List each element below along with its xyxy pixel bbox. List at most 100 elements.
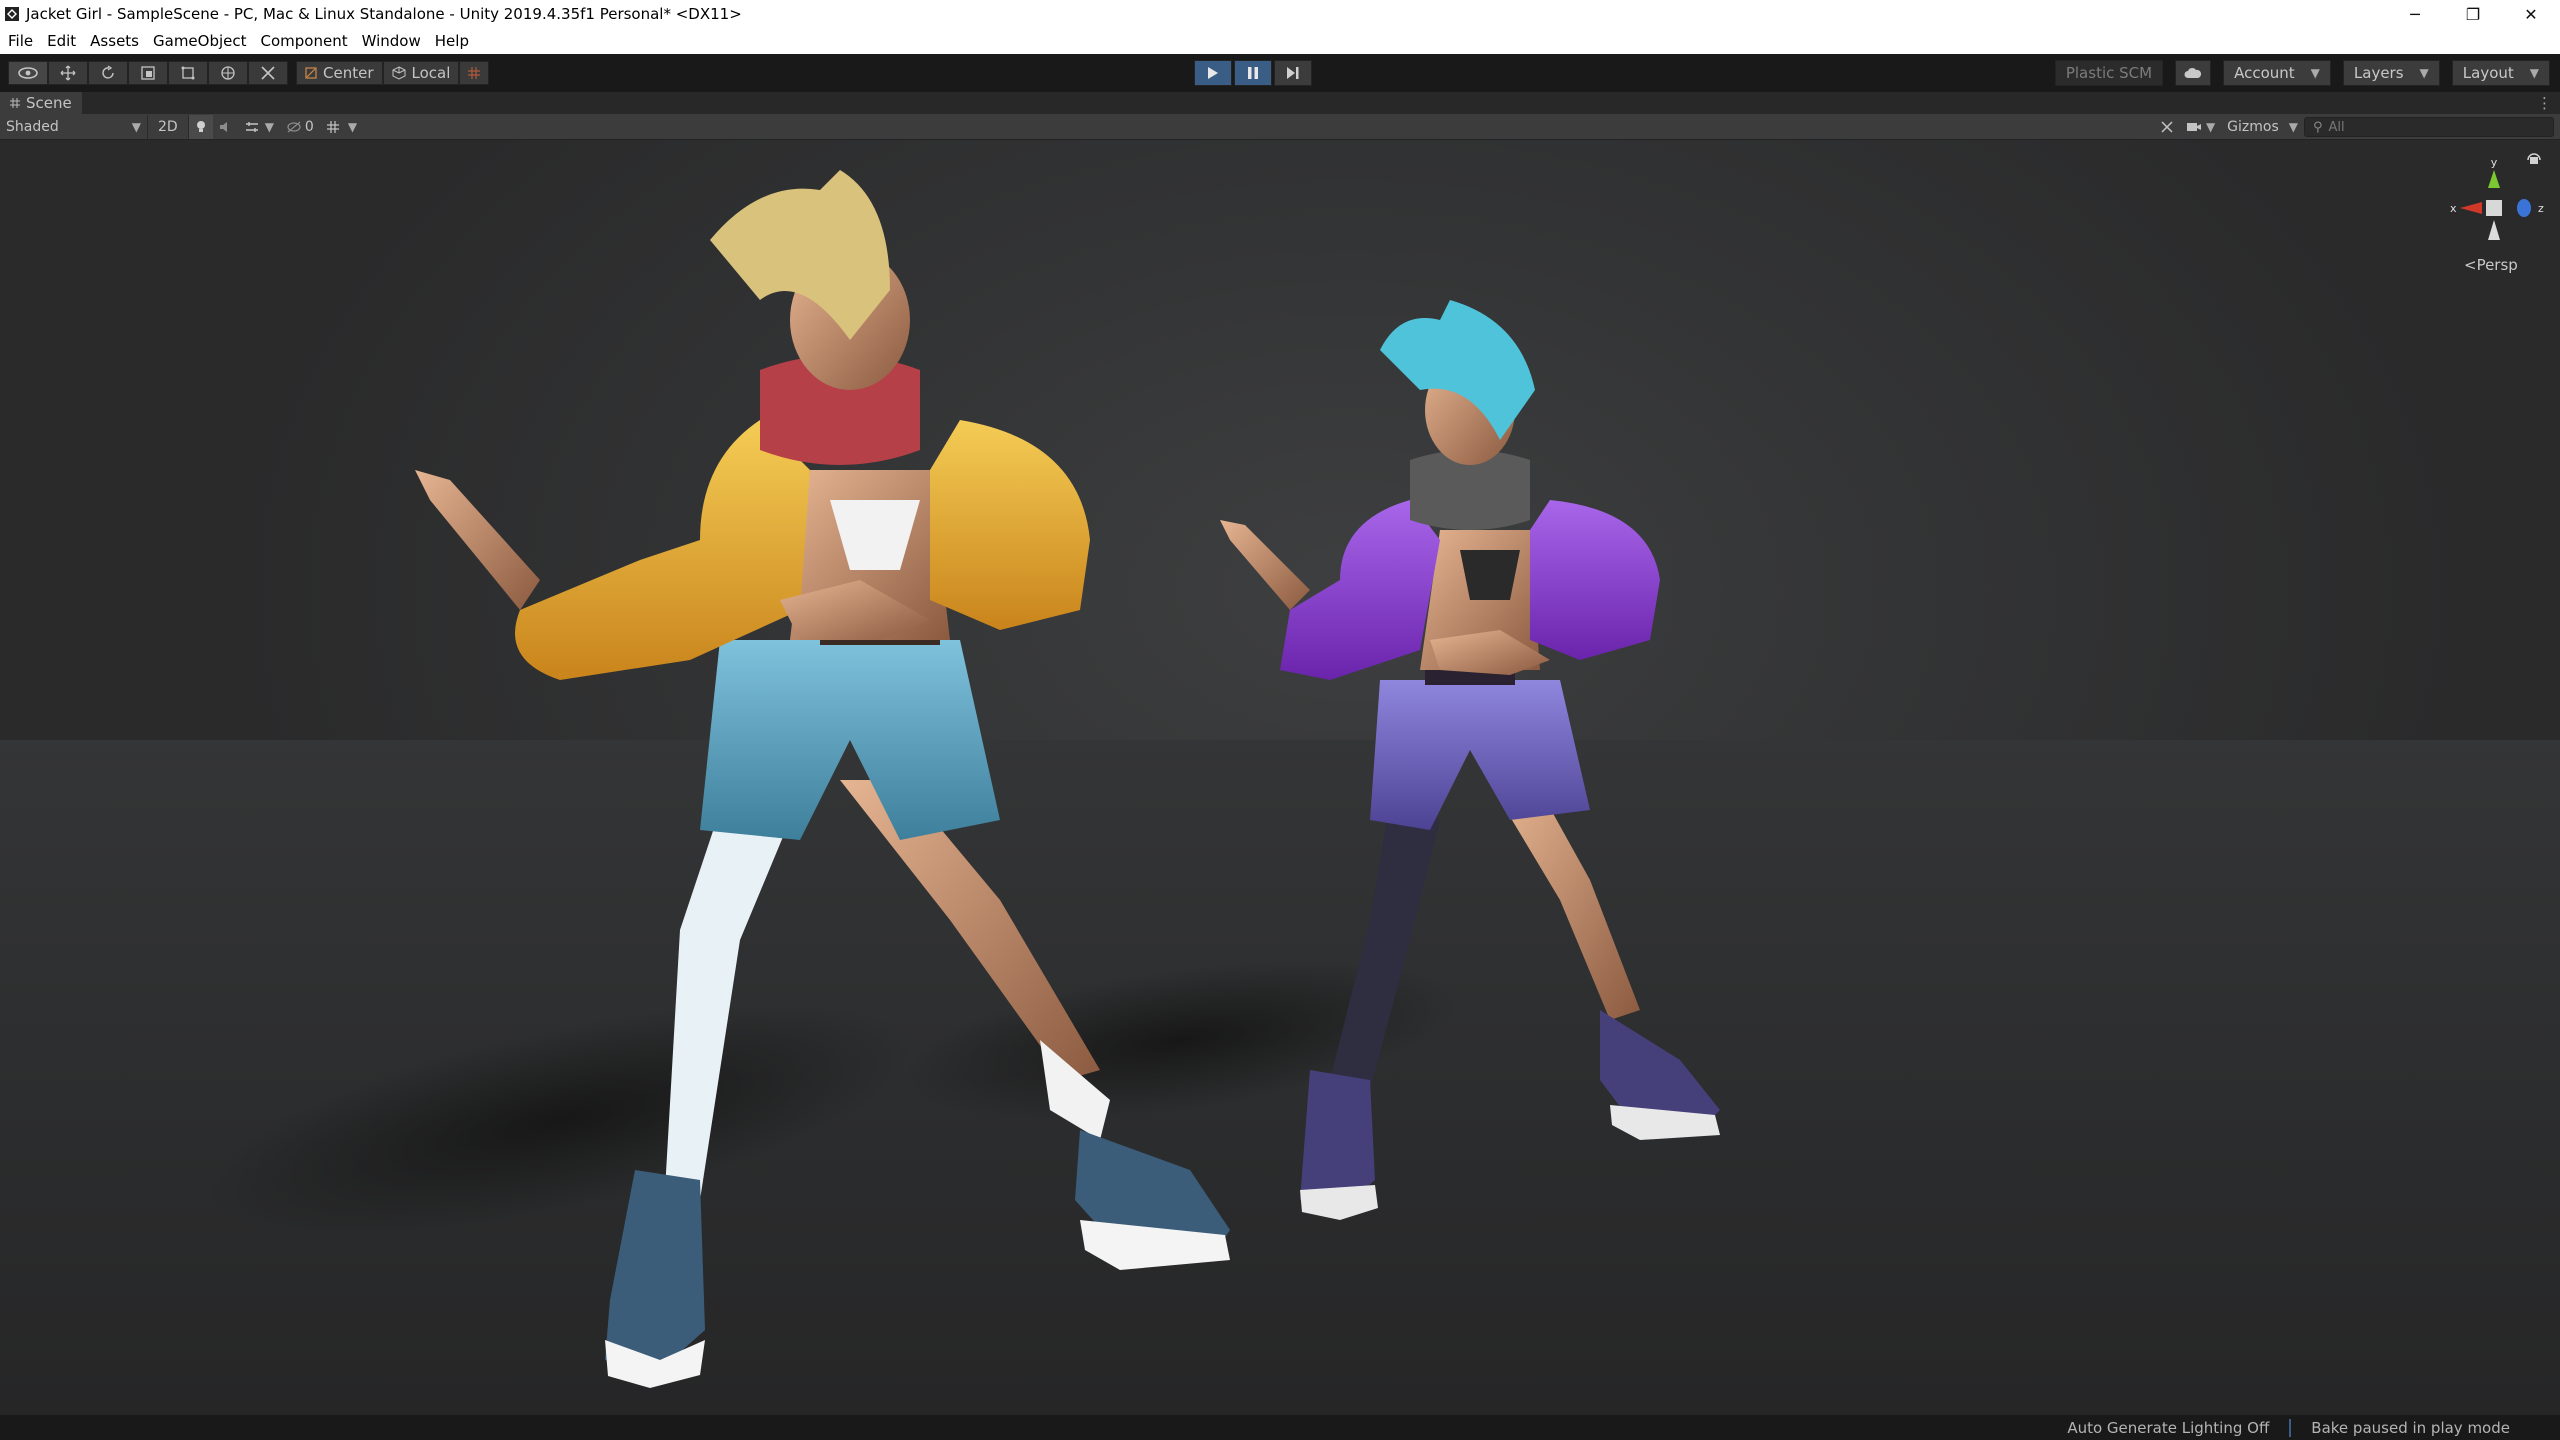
search-icon: ⚲ [2313,119,2323,135]
cloud-icon [2184,67,2202,78]
chevron-down-icon: ▼ [347,119,358,134]
axis-x-label: x [2450,202,2457,215]
status-bar: Auto Generate Lighting Off Bake paused i… [0,1415,2560,1440]
menu-edit[interactable]: Edit [47,32,76,50]
rotate-icon [102,65,114,79]
shading-mode-label: Shaded [6,118,59,135]
menu-file[interactable]: File [8,32,33,50]
lighting-toggle[interactable] [188,114,213,139]
center-pivot-icon [305,67,317,79]
hidden-count: 0 [304,118,314,135]
play-icon [1208,67,1218,79]
menu-window[interactable]: Window [362,32,421,50]
2d-toggle[interactable]: 2D [148,114,189,139]
chevron-down-icon: ▼ [2419,66,2429,80]
effects-dropdown[interactable]: ▼ [239,115,280,139]
z-axis-cone[interactable] [2517,199,2531,217]
title-bar: Jacket Girl - SampleScene - PC, Mac & Li… [0,0,2560,28]
view-tool-button[interactable] [8,61,48,85]
chevron-down-icon: ▼ [264,119,274,134]
y-axis-cone[interactable] [2488,170,2500,188]
scale-tool-button[interactable] [128,61,168,85]
rotate-tool-button[interactable] [88,61,128,85]
kebab-menu-icon[interactable]: ⋮ [2537,94,2552,112]
tab-scene-label: Scene [26,94,72,112]
pause-button[interactable] [1234,60,1272,86]
toolbar-right: Plastic SCM Account ▼ Layers ▼ Layout ▼ [2054,60,2550,86]
eye-slash-icon [287,121,301,132]
play-controls [1194,60,1312,86]
restore-button[interactable]: ❐ [2444,0,2502,28]
camera-icon [2186,123,2201,131]
audio-toggle[interactable] [213,115,239,139]
eye-icon [18,67,38,79]
layout-label: Layout [2462,64,2514,82]
step-button[interactable] [1274,60,1312,86]
pivot-mode-button[interactable]: Center [296,61,383,85]
lock-icon[interactable] [2530,157,2538,164]
scene-tab-bar: Scene ⋮ [0,92,2560,114]
account-dropdown[interactable]: Account ▼ [2223,60,2331,86]
transform-tool-button[interactable] [208,61,248,85]
gizmos-label: Gizmos [2227,119,2279,135]
camera-dropdown[interactable]: ▼ [2180,115,2221,139]
scene-toolbar: Shaded ▼ 2D ▼ 0 ▼ ▼ Gizmos ▼ ⚲ All [0,114,2560,140]
pivot-rotation-button[interactable]: Local [382,61,460,85]
2d-label: 2D [158,118,178,135]
play-button[interactable] [1194,60,1232,86]
axis-y-label: y [2491,156,2498,169]
scale-icon [141,66,155,80]
pivot-mode-label: Center [323,64,374,82]
transform-icon [221,66,235,80]
pivot-rotation-label: Local [411,64,451,82]
chevron-down-icon: ▼ [2288,120,2298,134]
scene-search-input[interactable]: ⚲ All [2304,117,2554,137]
tab-scene[interactable]: Scene [0,92,82,114]
menu-assets[interactable]: Assets [90,32,139,50]
close-button[interactable]: ✕ [2502,0,2560,28]
projection-label[interactable]: <Persp [2464,256,2518,274]
grid-snap-icon [468,67,481,79]
unity-editor: Jacket Girl - SampleScene - PC, Mac & Li… [0,0,2560,1440]
plastic-scm-label: Plastic SCM [2065,64,2153,82]
x-axis-cone[interactable] [2460,202,2482,214]
gizmo-center-cube[interactable] [2486,200,2502,216]
grid-icon [10,98,20,108]
grid-visibility-dropdown[interactable]: ▼ [320,115,363,139]
bake-status: Bake paused in play mode [2311,1418,2510,1437]
lighting-status[interactable]: Auto Generate Lighting Off [2067,1419,2269,1437]
shading-mode-dropdown[interactable]: Shaded ▼ [0,114,148,139]
plastic-scm-button[interactable]: Plastic SCM [2054,60,2164,86]
custom-tool-button[interactable] [248,61,288,85]
menu-bar: File Edit Assets GameObject Component Wi… [0,28,2560,54]
chevron-down-icon: ▼ [131,119,141,134]
cloud-button[interactable] [2175,60,2212,86]
effects-icon [245,121,258,132]
rect-tool-button[interactable] [168,61,208,85]
character-shadows [207,960,1458,1236]
layout-dropdown[interactable]: Layout ▼ [2451,60,2550,86]
menu-gameobject[interactable]: GameObject [153,32,247,50]
tools-toggle[interactable] [2154,115,2180,139]
grid-snap-button[interactable] [459,61,490,85]
grid-icon [326,120,339,133]
scene-render [207,170,1720,1388]
tools-icon [261,66,275,80]
scene-viewport[interactable]: y x z <Persp [0,140,2560,1415]
chevron-down-icon: ▼ [2205,120,2216,134]
layers-label: Layers [2353,64,2404,82]
rect-tool-icon [181,66,195,80]
move-tool-button[interactable] [48,61,88,85]
status-divider [2289,1418,2292,1437]
gizmos-dropdown[interactable]: Gizmos ▼ [2221,115,2304,139]
neg-y-axis-cone[interactable] [2488,220,2500,240]
pause-icon [1248,67,1258,79]
hidden-objects-toggle[interactable]: 0 [280,115,320,139]
speaker-icon [219,121,227,132]
tools-icon [2161,121,2173,133]
minimize-button[interactable]: ─ [2386,0,2444,28]
menu-component[interactable]: Component [261,32,348,50]
move-icon [60,65,76,81]
menu-help[interactable]: Help [435,32,469,50]
layers-dropdown[interactable]: Layers ▼ [2342,60,2440,86]
